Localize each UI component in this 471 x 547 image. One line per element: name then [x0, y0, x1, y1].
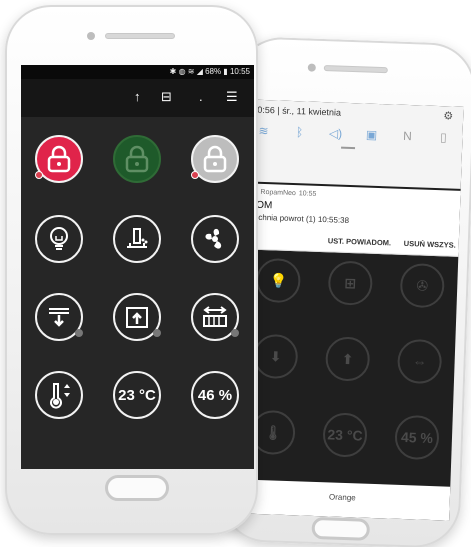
fan-icon: ✇ — [399, 262, 446, 309]
notification-settings-button[interactable]: UST. POWIADOM. — [328, 236, 392, 247]
carrier-label: Orange — [234, 479, 451, 521]
notification-card[interactable]: RopamNeo 10:55 DOM Kuchnia powrot (1) 10… — [243, 183, 461, 257]
light-bulb-icon: 💡 — [255, 257, 302, 304]
padlock-icon — [125, 145, 149, 173]
status-badge — [35, 171, 43, 179]
notification-shade: 10:56 | śr., 11 kwietnia ⚙ ≋ ᛒ ◁) ▣ N ▯ — [245, 99, 464, 189]
notification-text: Kuchnia powrot (1) 10:55:38 — [248, 212, 350, 225]
clear-all-button[interactable]: USUŃ WSZYS. — [404, 239, 456, 250]
blinds-down-icon: ⬇ — [252, 333, 299, 380]
blinds-down-button[interactable] — [35, 293, 83, 341]
lock-zone-2-button[interactable] — [113, 135, 161, 183]
arm-icon[interactable]: ↑ — [134, 89, 141, 104]
shade-time-date: 10:56 | śr., 11 kwietnia — [252, 104, 342, 118]
irrigation-icon — [127, 228, 148, 248]
home-button[interactable] — [105, 475, 169, 501]
gate-button[interactable] — [191, 293, 239, 341]
humidity-readout: 45 % — [394, 414, 440, 461]
dot-icon: . — [199, 89, 203, 104]
gate-icon: ⇔ — [396, 338, 443, 385]
temperature-readout: 23 °C — [322, 412, 368, 458]
light-bulb-icon — [50, 227, 68, 250]
status-badge — [75, 329, 83, 337]
home-button[interactable] — [311, 516, 371, 541]
fan-button[interactable] — [191, 215, 239, 263]
lock-zone-3-button[interactable] — [191, 135, 239, 183]
bluetooth-icon[interactable]: ᛒ — [289, 125, 309, 140]
fan-icon — [205, 228, 222, 249]
battery-saver-icon[interactable]: ▯ — [433, 130, 453, 145]
light-button[interactable] — [35, 215, 83, 263]
portrait-lock-icon[interactable]: ▣ — [361, 127, 381, 142]
status-badge — [153, 329, 161, 337]
notification-time: 10:55 — [298, 189, 317, 198]
temperature-value: 23 °C — [118, 386, 156, 404]
status-bar-icons: ✱ ◍ ≋ ◢ — [169, 67, 206, 76]
status-badge — [231, 329, 239, 337]
status-bar-text: 68% ▮ 10:55 — [205, 67, 250, 76]
thermometer-icon — [50, 383, 70, 409]
front-camera — [87, 32, 95, 40]
status-badge — [191, 171, 199, 179]
garage-door-button[interactable] — [113, 293, 161, 341]
irrigation-button[interactable] — [113, 215, 161, 263]
tile-grid: 23 °C 46 % — [21, 127, 254, 457]
nfc-icon[interactable]: N — [397, 129, 417, 144]
shade-handle[interactable] — [341, 146, 356, 150]
temperature-readout: 23 °C — [113, 371, 161, 419]
humidity-value: 46 % — [197, 386, 233, 404]
notification-app-name: RopamNeo — [260, 188, 296, 197]
humidity-readout: 46 % — [191, 371, 239, 419]
garage-door-icon — [126, 307, 148, 328]
menu-icon[interactable]: ☰ — [226, 89, 238, 105]
status-bar: ✱ ◍ ≋ ◢ 68% ▮ 10:55 — [21, 65, 254, 79]
garage-door-icon: ⬆ — [324, 336, 371, 382]
gear-icon[interactable]: ⚙ — [443, 109, 453, 122]
lock-zone-1-button[interactable] — [35, 135, 83, 183]
front-phone: ✱ ◍ ≋ ◢ 68% ▮ 10:55 ↑ ⊟ . ☰ 23 °C 46 % — [5, 5, 258, 535]
earpiece-speaker — [105, 33, 175, 39]
app-bar: ↑ ⊟ . ☰ — [21, 79, 254, 117]
blinds-down-icon — [49, 308, 69, 327]
front-phone-screen: ✱ ◍ ≋ ◢ 68% ▮ 10:55 ↑ ⊟ . ☰ 23 °C 46 % — [21, 65, 254, 469]
front-camera — [307, 63, 316, 72]
quick-settings-row: ≋ ᛒ ◁) ▣ N ▯ — [253, 124, 453, 145]
earpiece-speaker — [323, 65, 388, 74]
sound-icon[interactable]: ◁) — [325, 126, 345, 141]
notification-app-row: RopamNeo 10:55 — [249, 187, 317, 198]
back-phone-screen: 10:56 | śr., 11 kwietnia ⚙ ≋ ᛒ ◁) ▣ N ▯ … — [234, 99, 464, 521]
gate-icon — [203, 306, 227, 327]
back-tile-grid: 💡 ⊞ ✇ ⬇ ⬆ ⇔ 🌡 23 °C 45 % — [235, 249, 458, 486]
padlock-icon — [203, 145, 227, 173]
padlock-icon — [47, 145, 71, 173]
irrigation-icon: ⊞ — [327, 260, 374, 306]
thermostat-button[interactable] — [35, 371, 83, 419]
battery-icon[interactable]: ⊟ — [161, 89, 172, 105]
